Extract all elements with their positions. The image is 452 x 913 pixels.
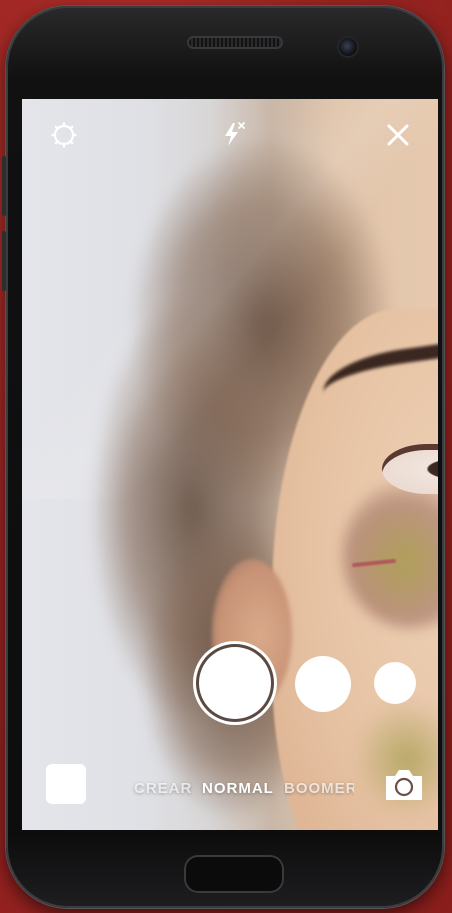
switch-camera-icon[interactable] [382,766,426,804]
flash-off-icon[interactable] [218,119,248,149]
glass-glare [22,99,438,499]
shutter-button[interactable] [193,641,277,725]
gallery-thumbnail[interactable] [46,764,86,804]
mode-normal[interactable]: NORMAL [202,780,274,797]
mode-boomerang[interactable]: BOOMERANG [284,780,354,797]
front-camera [339,38,357,56]
effect-option[interactable] [295,656,351,712]
home-button[interactable] [184,855,284,893]
close-icon[interactable] [384,121,412,149]
effect-option[interactable] [374,662,416,704]
mode-create[interactable]: CREAR [134,780,192,797]
volume-button [2,231,6,291]
settings-icon[interactable] [50,121,78,149]
camera-viewfinder[interactable]: CREAR NORMAL BOOMERANG [22,99,438,830]
volume-button [2,156,6,216]
earpiece-speaker [187,36,283,49]
